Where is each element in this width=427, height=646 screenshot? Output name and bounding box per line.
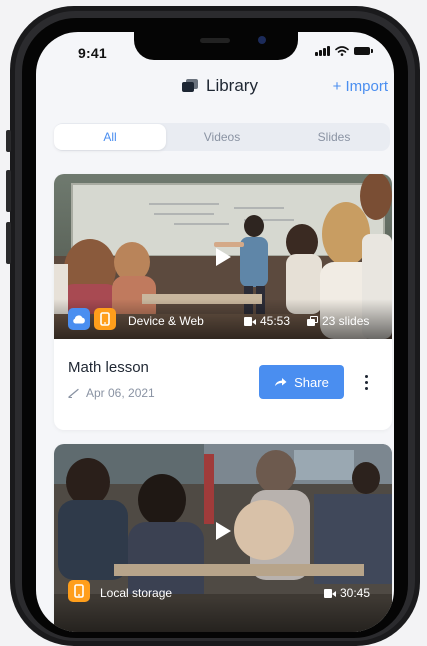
item-title: Math lesson: [68, 359, 149, 376]
front-camera: [258, 36, 266, 44]
duration-meta: 30:45: [324, 586, 370, 600]
slides-count-label: 23 slides: [322, 314, 370, 328]
phone-icon: [68, 580, 90, 602]
app-screen: 9:41 Library + Import All Videos Slides: [36, 32, 394, 632]
title-group: Library: [182, 76, 258, 96]
share-arrow-icon: [275, 378, 287, 386]
share-button-label: Share: [294, 374, 329, 390]
battery-icon: [354, 47, 373, 55]
slides-meta: 23 slides: [307, 314, 369, 328]
more-vertical-icon[interactable]: [358, 369, 374, 395]
mute-switch: [6, 130, 11, 152]
cloud-icon: [68, 308, 90, 330]
item-date: Apr 06, 2021: [86, 386, 155, 400]
source-icons: [68, 308, 116, 330]
signal-icon: [315, 46, 330, 56]
video-camera-icon: [244, 316, 256, 326]
library-item-card[interactable]: Device & Web 45:53 23 slides Math lesson…: [54, 174, 392, 430]
import-button[interactable]: + Import: [333, 78, 388, 95]
source-label: Local storage: [100, 586, 173, 600]
volume-up-button: [6, 170, 11, 212]
volume-down-button: [6, 222, 11, 264]
status-icons: [315, 46, 373, 56]
phone-icon: [94, 308, 116, 330]
slides-icon: [307, 316, 318, 326]
library-icon: [182, 79, 198, 93]
notch: [134, 32, 298, 60]
tab-slides[interactable]: Slides: [278, 123, 390, 151]
filter-tabs: All Videos Slides: [54, 123, 390, 151]
source-icons: [68, 580, 90, 602]
source-label: Device & Web: [128, 314, 204, 328]
speaker-grille: [200, 38, 230, 43]
tab-all[interactable]: All: [54, 124, 166, 150]
pen-icon: [68, 388, 79, 398]
duration-meta: 45:53: [244, 314, 290, 328]
date-row: Apr 06, 2021: [68, 386, 155, 400]
share-button[interactable]: Share: [259, 365, 344, 399]
play-icon[interactable]: [216, 248, 231, 266]
app-header: Library + Import: [36, 76, 394, 98]
status-time: 9:41: [78, 45, 107, 61]
tab-videos[interactable]: Videos: [166, 123, 278, 151]
video-thumbnail[interactable]: Device & Web 45:53 23 slides: [54, 174, 392, 339]
thumbnail-overlay: [54, 598, 392, 632]
page-title: Library: [206, 76, 258, 95]
wifi-icon: [335, 46, 349, 56]
duration-label: 45:53: [260, 314, 291, 328]
library-item-card[interactable]: Local storage 30:45: [54, 444, 392, 632]
video-camera-icon: [324, 588, 336, 598]
card-details: Math lesson Apr 06, 2021 Share: [54, 339, 392, 430]
video-thumbnail[interactable]: Local storage 30:45: [54, 444, 392, 632]
duration-label: 30:45: [340, 586, 371, 600]
play-icon[interactable]: [216, 522, 231, 540]
